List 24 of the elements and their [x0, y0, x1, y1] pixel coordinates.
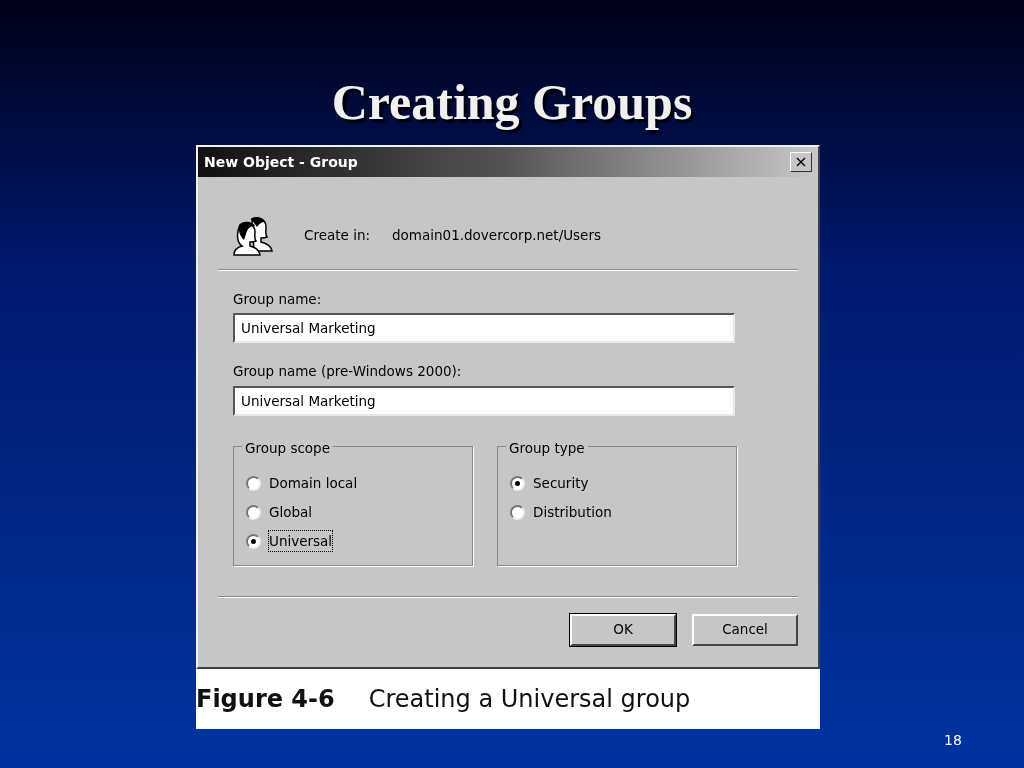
figure-number: Figure 4-6 — [196, 684, 335, 715]
radio-label[interactable]: Global — [269, 501, 313, 523]
slide-title: Creating Groups — [330, 73, 694, 132]
radio-button[interactable] — [510, 504, 525, 520]
create-in-path: domain01.dovercorp.net/Users — [392, 225, 601, 245]
radio-label[interactable]: Security — [533, 472, 589, 494]
radio-label[interactable]: Domain local — [269, 472, 358, 494]
close-button[interactable]: × — [790, 152, 812, 172]
radio-button[interactable] — [510, 475, 525, 491]
radio-label[interactable]: Universal — [269, 530, 333, 552]
field-label: Group name (pre-Windows 2000): — [233, 362, 463, 382]
dialog-button[interactable]: Cancel — [692, 613, 798, 646]
radio-button[interactable] — [246, 533, 261, 549]
text-field[interactable]: Universal Marketing — [233, 313, 735, 344]
page-number: 18 — [944, 731, 962, 750]
figure-caption: Creating a Universal group — [368, 684, 691, 715]
text-field[interactable]: Universal Marketing — [233, 385, 735, 416]
radio-button[interactable] — [246, 504, 261, 520]
create-in-label: Create in: — [304, 225, 371, 245]
radio-label[interactable]: Distribution — [533, 501, 612, 523]
radio-button[interactable] — [246, 475, 261, 491]
window-title: New Object - Group — [204, 152, 358, 172]
field-label: Group name: — [233, 290, 323, 309]
dialog-button[interactable]: OK — [570, 613, 676, 646]
